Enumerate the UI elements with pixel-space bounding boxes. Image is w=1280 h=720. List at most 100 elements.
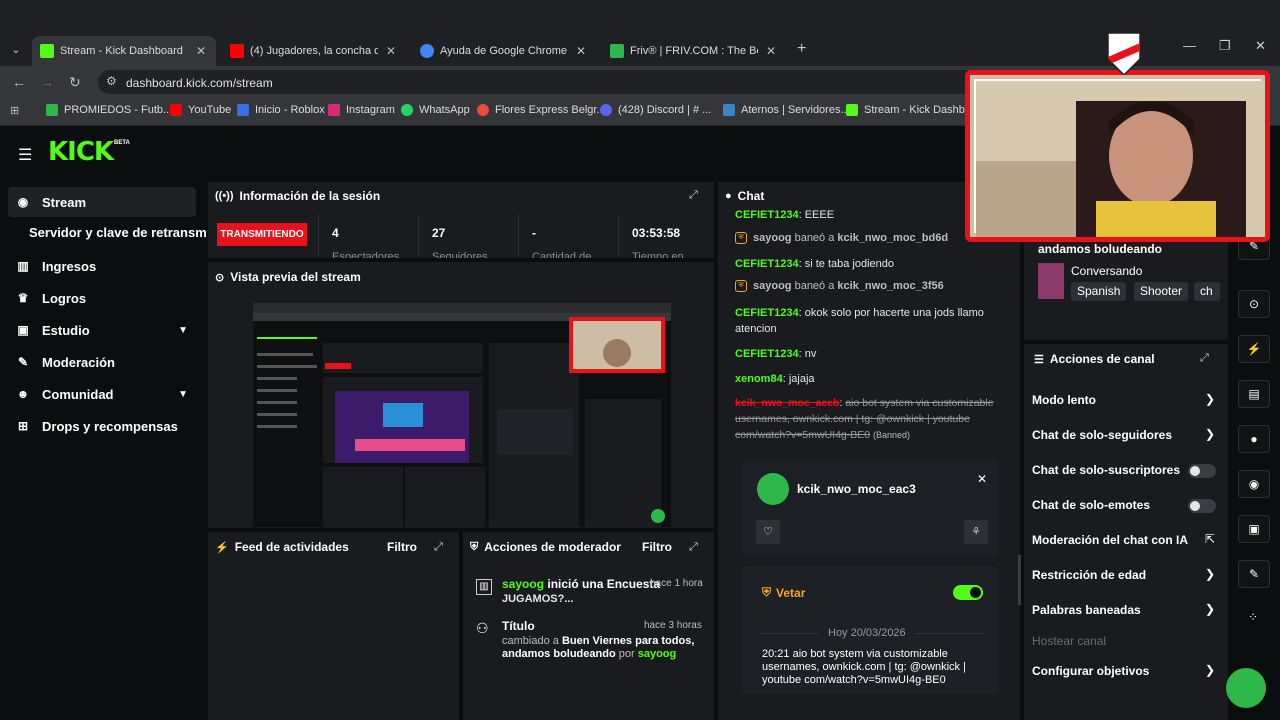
notes-icon[interactable]: ▤ (1238, 380, 1270, 408)
gift-icon: ⊞ (17, 419, 29, 433)
gift-icon[interactable]: ⚘ (964, 520, 988, 544)
studio-icon: ▣ (17, 323, 29, 337)
banned-target[interactable]: kcik_nwo_moc_3f56 (837, 280, 943, 292)
site-info-icon[interactable]: ⚙ (106, 74, 117, 88)
close-tab-icon[interactable]: ✕ (764, 44, 778, 58)
chat-username[interactable]: CEFIET1234 (735, 348, 799, 360)
sidebar-item-drops[interactable]: ⊞ Drops y recompensas (8, 411, 196, 441)
banned-target[interactable]: kcik_nwo_moc_bd6d (837, 232, 948, 244)
wrench-icon[interactable]: ✎ (1238, 560, 1270, 588)
more-icon[interactable]: ⁘ (1248, 610, 1258, 624)
camera-icon[interactable]: ⊙ (1238, 290, 1270, 318)
sidebar-item-comunidad[interactable]: ☻ Comunidad ▼ (8, 379, 196, 409)
heart-icon[interactable]: ♡ (756, 520, 780, 544)
new-tab-icon[interactable]: + (797, 40, 806, 58)
ai-moderation-item[interactable]: Moderación del chat con IA (1032, 533, 1188, 547)
banned-words-item[interactable]: Palabras baneadas (1032, 603, 1141, 617)
back-icon[interactable]: ← (12, 74, 26, 90)
bookmark-roblox[interactable]: Inicio - Roblox (237, 104, 325, 116)
emotes-only-toggle[interactable] (1188, 499, 1216, 513)
tag-spanish[interactable]: Spanish (1071, 282, 1127, 301)
roblox-icon (237, 104, 249, 116)
subs-only-toggle[interactable] (1188, 464, 1216, 478)
kick-logo[interactable]: KICK (48, 137, 114, 167)
category-thumbnail[interactable] (1038, 263, 1064, 299)
bookmark-instagram[interactable]: Instagram (328, 104, 395, 116)
sidebar-item-estudio[interactable]: ▣ Estudio ▼ (8, 315, 196, 345)
chat-username[interactable]: xenom84 (735, 373, 783, 385)
mod-user[interactable]: sayoog (753, 232, 792, 244)
usercard-username[interactable]: kcik_nwo_moc_eac3 (797, 482, 916, 496)
sidebar-item-stream[interactable]: ◉ Stream (8, 187, 196, 217)
expand-icon[interactable]: ⤢ (689, 189, 698, 202)
minimize-icon[interactable]: — (1183, 38, 1196, 53)
tab-search-icon[interactable]: ⌄ (6, 40, 26, 60)
bookmark-kick[interactable]: Stream - Kick Dashb... (846, 104, 974, 116)
url-text[interactable]: dashboard.kick.com/stream (126, 76, 273, 90)
forward-icon[interactable]: → (40, 74, 54, 90)
chat-username[interactable]: CEFIET1234 (735, 209, 799, 221)
apps-grid-icon[interactable]: ⊞ (10, 104, 19, 117)
ban-verb: baneó a (794, 280, 835, 292)
chevron-right-icon[interactable]: ❯ (1205, 602, 1215, 616)
tab-kick-dashboard[interactable]: Stream - Kick Dashboard ✕ (32, 36, 216, 66)
layout-icon[interactable]: ▣ (1238, 515, 1270, 543)
window-close-icon[interactable]: ✕ (1255, 38, 1266, 54)
chevron-right-icon[interactable]: ❯ (1205, 427, 1215, 441)
category-name[interactable]: Conversando (1071, 264, 1142, 278)
slow-mode-item[interactable]: Modo lento (1032, 393, 1096, 407)
sidebar-item-moderacion[interactable]: ✎ Moderación (8, 347, 196, 377)
goals-item[interactable]: Configurar objetivos (1032, 664, 1149, 678)
assistant-icon[interactable] (1226, 668, 1266, 708)
chat-icon[interactable]: ● (1238, 425, 1270, 453)
bookmark-promiedos[interactable]: PROMIEDOS - Futb... (46, 104, 172, 116)
expand-icon[interactable]: ⤢ (1200, 352, 1209, 365)
chat-username[interactable]: CEFIET1234 (735, 258, 799, 270)
mod-user[interactable]: sayoog (638, 648, 677, 660)
tab-chrome-help[interactable]: Ayuda de Google Chrome ✕ (412, 36, 596, 66)
tag-shooter[interactable]: Shooter (1134, 282, 1189, 301)
bookmark-discord[interactable]: (428) Discord | # ... (600, 104, 711, 116)
followers-only-item[interactable]: Chat de solo-seguidores (1032, 428, 1172, 442)
bookmark-flores[interactable]: Flores Express Belgr... (477, 104, 606, 116)
chat-username[interactable]: CEFIET1234 (735, 307, 799, 319)
chat-text: si te taba jodiendo (804, 258, 895, 270)
sidebar-item-server-key[interactable]: Servidor y clave de retransmisión (29, 225, 207, 240)
menu-icon[interactable]: ☰ (18, 145, 34, 165)
close-tab-icon[interactable]: ✕ (384, 44, 398, 58)
tab-youtube[interactable]: (4) Jugadores, la concha de su m ✕ (222, 36, 406, 66)
bolt-icon[interactable]: ⚡ (1238, 335, 1270, 363)
stream-preview[interactable] (253, 303, 671, 527)
chevron-right-icon[interactable]: ❯ (1205, 663, 1215, 677)
expand-icon[interactable]: ⤢ (434, 541, 443, 554)
emotes-only-item[interactable]: Chat de solo-emotes (1032, 498, 1150, 512)
broadcast-icon[interactable]: ◉ (1238, 470, 1270, 498)
chat-username[interactable]: kcik_nwo_moc_aceb (735, 397, 839, 409)
maximize-icon[interactable]: ❐ (1219, 38, 1231, 54)
bookmark-youtube[interactable]: YouTube (170, 104, 231, 116)
veto-toggle[interactable] (953, 585, 983, 600)
bookmark-aternos[interactable]: Aternos | Servidores... (723, 104, 850, 116)
age-restriction-item[interactable]: Restricción de edad (1032, 568, 1146, 582)
activity-filter-button[interactable]: Filtro (387, 540, 417, 554)
expand-icon[interactable]: ⤢ (689, 541, 698, 554)
bookmark-label: Aternos | Servidores... (741, 104, 850, 116)
close-tab-icon[interactable]: ✕ (194, 44, 208, 58)
mod-user[interactable]: sayoog (753, 280, 792, 292)
tag-more[interactable]: ch (1194, 282, 1220, 301)
reload-icon[interactable]: ↻ (69, 74, 81, 91)
close-tab-icon[interactable]: ✕ (574, 44, 588, 58)
sidebar-item-logros[interactable]: ♛ Logros (8, 283, 196, 313)
chevron-right-icon[interactable]: ❯ (1205, 392, 1215, 406)
subs-only-item[interactable]: Chat de solo-suscriptores (1032, 463, 1180, 477)
river-plate-crest-icon (1107, 32, 1141, 75)
tab-friv[interactable]: Friv® | FRIV.COM : The Best Fre ✕ (602, 36, 786, 66)
chat-scrollbar[interactable] (1018, 555, 1021, 605)
close-icon[interactable]: ✕ (977, 472, 987, 486)
external-link-icon[interactable]: ⇱ (1205, 532, 1215, 546)
mod-filter-button[interactable]: Filtro (642, 540, 672, 554)
chevron-right-icon[interactable]: ❯ (1205, 567, 1215, 581)
bookmark-whatsapp[interactable]: WhatsApp (401, 104, 470, 116)
sidebar-item-ingresos[interactable]: ▥ Ingresos (8, 251, 196, 281)
mod-user[interactable]: sayoog (502, 577, 544, 591)
